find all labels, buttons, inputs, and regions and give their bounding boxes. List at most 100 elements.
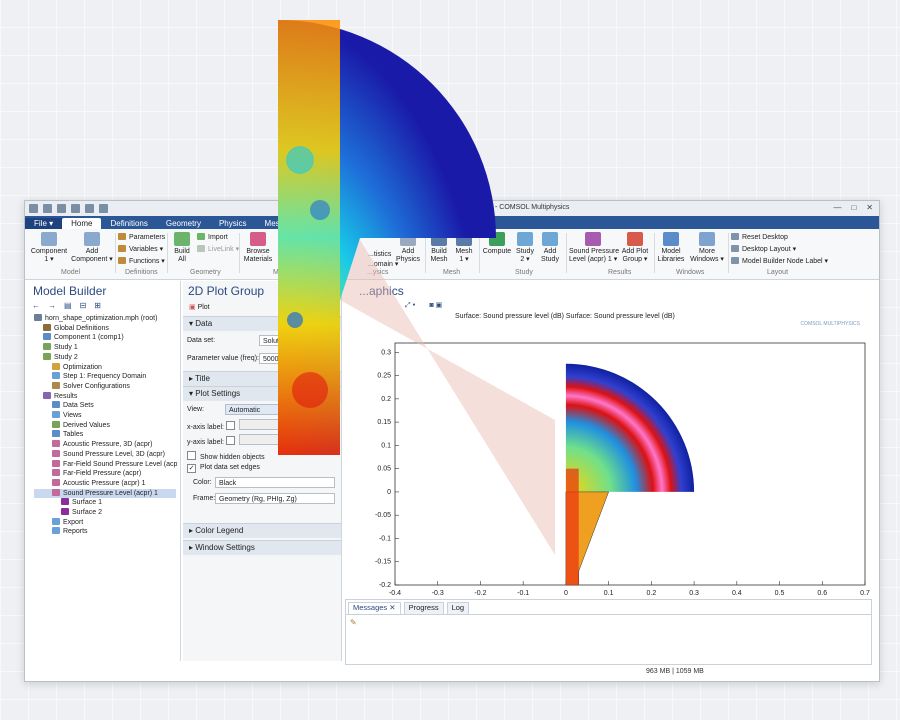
show-icon[interactable]: ▤: [64, 301, 72, 310]
xaxis-checkbox[interactable]: [225, 421, 235, 430]
variables-button[interactable]: Variables ▾: [118, 245, 163, 253]
tree-item[interactable]: Component 1 (comp1): [34, 333, 176, 343]
parameter-value-select[interactable]: 5000: [259, 353, 337, 364]
title-section[interactable]: ▸ Title: [183, 371, 341, 386]
build-all-button[interactable]: Build All: [171, 232, 193, 264]
settings-title: 2D Plot Group: [188, 284, 265, 298]
tree-item[interactable]: Step 1: Frequency Domain: [34, 372, 176, 382]
model-libraries-button[interactable]: Model Libraries: [657, 232, 685, 264]
tree-item-label: Data Sets: [63, 402, 94, 410]
open-icon[interactable]: [57, 204, 66, 213]
add-physics-button[interactable]: Add Physics: [395, 232, 421, 264]
tab-definitions[interactable]: Definitions: [101, 218, 156, 229]
tree-item[interactable]: Tables: [34, 430, 176, 440]
tree-item[interactable]: Data Sets: [34, 401, 176, 411]
back-arrow-icon[interactable]: ←: [32, 301, 40, 310]
tree-item[interactable]: Acoustic Pressure (acpr) 1: [34, 478, 176, 489]
tree-item[interactable]: Study 1: [34, 343, 176, 353]
clear-icon[interactable]: ✎: [346, 615, 871, 630]
show-hidden-row[interactable]: Show hidden objects: [187, 451, 265, 461]
plot-edges-row[interactable]: ✓ Plot data set edges: [187, 464, 260, 473]
study2-button[interactable]: Study 2 ▾: [514, 232, 536, 264]
sound-pressure-level-button[interactable]: Sound Pressure Level (acpr) 1 ▾: [569, 232, 619, 264]
view-go-button[interactable]: ⇆: [319, 404, 337, 415]
tree-item[interactable]: Far-Field Sound Pressure Level (acp: [34, 459, 177, 470]
plot-edges-checkbox[interactable]: ✓: [187, 464, 196, 473]
yaxis-checkbox[interactable]: [225, 436, 235, 445]
tree-item[interactable]: Sound Pressure Level, 3D (acpr): [34, 449, 176, 460]
more-windows-button[interactable]: More Windows ▾: [689, 232, 725, 264]
close-button[interactable]: ✕: [866, 203, 873, 212]
add-study-button[interactable]: Add Study: [539, 232, 561, 264]
tree-item[interactable]: Acoustic Pressure, 3D (acpr): [34, 440, 176, 450]
tab-physics[interactable]: Physics: [210, 218, 256, 229]
color-select[interactable]: Black: [215, 477, 335, 488]
tree-item[interactable]: Far-Field Pressure (acpr): [34, 469, 176, 479]
tree-item[interactable]: Optimization: [34, 362, 176, 373]
forward-arrow-icon[interactable]: →: [48, 301, 56, 310]
tab-log[interactable]: Log: [446, 602, 470, 614]
parameters-button[interactable]: Parameters: [118, 233, 165, 241]
add-plot-group-button[interactable]: Add Plot Group ▾: [620, 232, 650, 264]
tab-study[interactable]: Stu: [293, 218, 323, 229]
tree-item[interactable]: Study 2: [34, 352, 176, 363]
ribbon-separator: [654, 233, 655, 273]
color-legend-section[interactable]: ▸ Color Legend: [183, 523, 341, 538]
maximize-button[interactable]: □: [851, 203, 856, 212]
browse-materials-button[interactable]: Browse Materials: [243, 232, 273, 264]
tab-home[interactable]: Home: [62, 218, 102, 229]
graphics-canvas[interactable]: -0.4 -0.3 -0.2 -0.1 0 0.1 0.2 0.3 0.4 0.5 0.6 0.7 0.…: [345, 281, 870, 595]
tree-item[interactable]: Surface 1: [34, 498, 176, 508]
tree-item[interactable]: Sound Pressure Level (acpr) 1: [34, 488, 176, 499]
frame-select[interactable]: Geometry (Rg, PHIg, Zg): [215, 493, 335, 504]
build-mesh-button[interactable]: Build Mesh: [428, 232, 450, 264]
window-settings-section[interactable]: ▸ Window Settings: [183, 540, 341, 555]
tree-item[interactable]: horn_shape_optimization.mph (root): [34, 314, 176, 324]
undo-icon[interactable]: [85, 204, 94, 213]
compute-button[interactable]: Compute: [482, 232, 512, 256]
tab-mesh[interactable]: Mesh: [256, 218, 294, 229]
redo-icon[interactable]: [99, 204, 108, 213]
tab-file[interactable]: File ▾: [25, 218, 63, 229]
data-set-select[interactable]: Solutio: [259, 335, 337, 346]
component-button[interactable]: Component 1 ▾: [29, 232, 69, 264]
ribbon-separator: [115, 233, 116, 273]
show-hidden-checkbox[interactable]: [187, 451, 196, 460]
xaxis-label-input[interactable]: [239, 419, 337, 430]
tree-item-label: Reports: [63, 528, 88, 536]
livelink-button[interactable]: LiveLink ▾: [197, 245, 239, 253]
view-select[interactable]: Automatic: [225, 404, 315, 415]
tree-item-label: Study 1: [54, 344, 78, 352]
add-physics-label: Add Physics: [395, 248, 421, 263]
tree-item[interactable]: Export: [34, 517, 176, 528]
statistics-button[interactable]: ...tistics: [368, 251, 391, 258]
data-section[interactable]: ▾ Data: [183, 316, 341, 331]
expand-icon[interactable]: ⊞: [94, 301, 101, 310]
yaxis-label-input[interactable]: [239, 434, 337, 445]
reset-desktop-button[interactable]: Reset Desktop: [731, 233, 788, 241]
tab-messages[interactable]: Messages ✕: [348, 602, 401, 614]
domain-button[interactable]: ...omain ▾: [368, 260, 398, 268]
tab-geometry[interactable]: Geometry: [157, 218, 210, 229]
functions-button[interactable]: Functions ▾: [118, 257, 165, 265]
tree-item[interactable]: Results: [34, 391, 176, 402]
plot-button[interactable]: ▣ Plot: [183, 303, 341, 316]
mesh1-button[interactable]: Mesh 1 ▾: [453, 232, 475, 264]
new-icon[interactable]: [43, 204, 52, 213]
plot-settings-section[interactable]: ▾ Plot Settings: [183, 386, 341, 401]
tree-item[interactable]: Surface 2: [34, 508, 176, 518]
tree-item[interactable]: Derived Values: [34, 420, 176, 431]
add-component-button[interactable]: Add Component ▾: [71, 232, 113, 264]
minimize-button[interactable]: —: [833, 203, 841, 212]
tree-item[interactable]: Solver Configurations: [34, 381, 176, 392]
import-button[interactable]: Import: [197, 233, 228, 241]
tab-progress[interactable]: Progress: [403, 602, 444, 614]
tree-item[interactable]: Views: [34, 411, 176, 421]
node-label-button[interactable]: Model Builder Node Label ▾: [731, 257, 828, 265]
tree-item[interactable]: Global Definitions: [34, 323, 176, 334]
tree-item[interactable]: Reports: [34, 527, 176, 537]
collapse-icon[interactable]: ⊟: [80, 301, 87, 310]
desktop-layout-button[interactable]: Desktop Layout ▾: [731, 245, 796, 253]
save-icon[interactable]: [71, 204, 80, 213]
app-icon[interactable]: [29, 204, 38, 213]
